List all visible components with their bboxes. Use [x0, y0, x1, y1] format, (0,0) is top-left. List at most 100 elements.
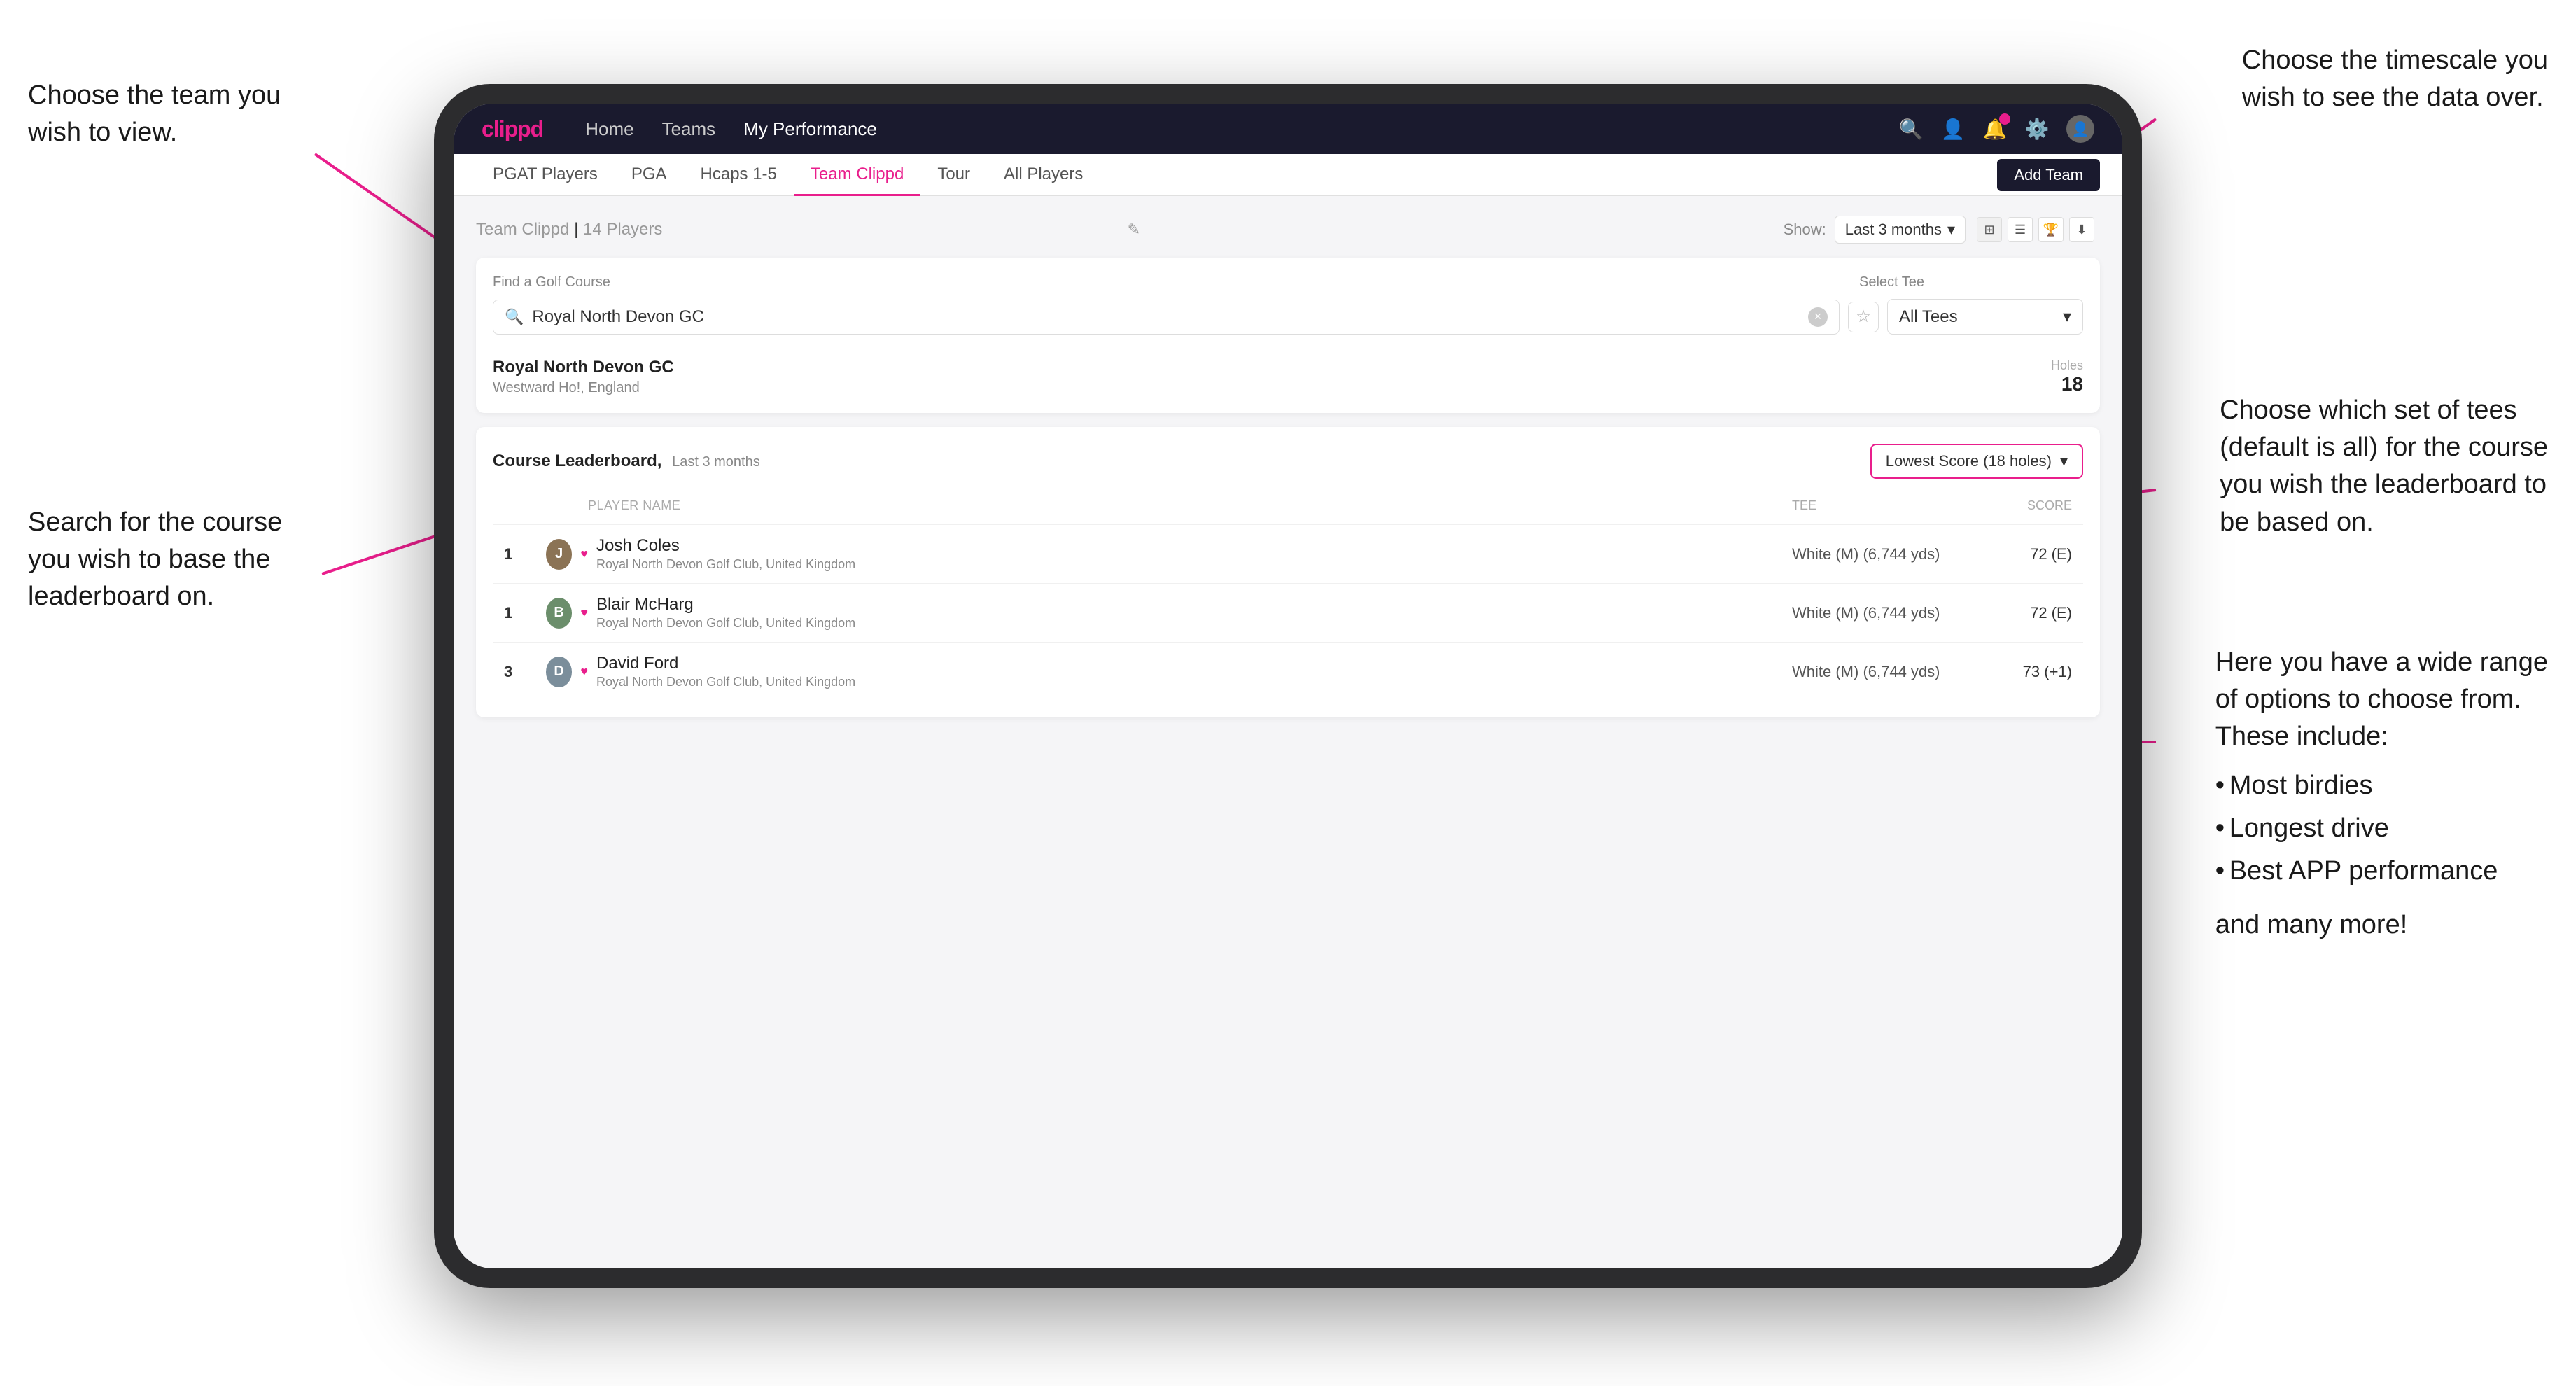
search-row: 🔍 Royal North Devon GC × ☆ All Tees ▾ [493, 299, 2083, 335]
leaderboard-rows: 1 J ♥ Josh Coles Royal North Devon Golf … [493, 524, 2083, 701]
tab-pgat-players[interactable]: PGAT Players [476, 155, 615, 196]
player-score: 73 (+1) [1988, 663, 2072, 681]
leaderboard-column-headers: PLAYER NAME TEE SCORE [493, 493, 2083, 519]
holes-box: Holes 18 [2051, 358, 2083, 396]
show-dropdown[interactable]: Last 3 months ▾ [1835, 216, 1966, 244]
annotation-top-right: Choose the timescale you wish to see the… [2242, 42, 2548, 116]
clear-button[interactable]: × [1808, 307, 1828, 327]
tab-hcaps[interactable]: Hcaps 1-5 [684, 155, 794, 196]
subnav: PGAT Players PGA Hcaps 1-5 Team Clippd T… [454, 154, 2122, 196]
player-info: David Ford Royal North Devon Golf Club, … [588, 654, 1792, 690]
player-rank: 1 [504, 545, 546, 564]
player-avatar-wrap: D ♥ [546, 657, 588, 687]
select-tee-label: Select Tee [1859, 274, 2083, 290]
search-icon[interactable]: 🔍 [1898, 116, 1924, 141]
people-icon[interactable]: 👤 [1940, 116, 1966, 141]
score-dropdown[interactable]: Lowest Score (18 holes) ▾ [1870, 444, 2083, 479]
annotation-middle-left: Search for the course you wish to base t… [28, 504, 282, 616]
holes-count: 18 [2051, 373, 2083, 396]
tab-all-players[interactable]: All Players [987, 155, 1100, 196]
notification-badge [1999, 113, 2010, 125]
bullet-app: Best APP performance [2216, 853, 2548, 890]
notification-icon[interactable]: 🔔 [1982, 116, 2008, 141]
player-club: Royal North Devon Golf Club, United King… [596, 557, 1792, 572]
col-tee: TEE [1792, 498, 1988, 513]
tab-tour[interactable]: Tour [920, 155, 987, 196]
player-tee: White (M) (6,744 yds) [1792, 545, 1988, 564]
bullet-drive: Longest drive [2216, 810, 2548, 847]
annotation-right-tees: Choose which set of tees (default is all… [2220, 392, 2548, 541]
main-content: Team Clippd | 14 Players ✎ Show: Last 3 … [454, 196, 2122, 1268]
show-label: Show: [1784, 220, 1826, 239]
navbar-icons: 🔍 👤 🔔 ⚙️ 👤 [1898, 115, 2094, 143]
add-team-button[interactable]: Add Team [1997, 159, 2100, 191]
team-header: Team Clippd | 14 Players ✎ Show: Last 3 … [476, 216, 2100, 244]
leaderboard-header: Course Leaderboard, Last 3 months Lowest… [493, 444, 2083, 479]
search-labels: Find a Golf Course Select Tee [493, 274, 2083, 290]
grid-view-button[interactable]: ⊞ [1977, 217, 2002, 242]
favourite-heart-icon[interactable]: ♥ [580, 664, 588, 679]
favourite-button[interactable]: ☆ [1848, 302, 1879, 332]
course-name: Royal North Devon GC [493, 358, 2051, 377]
player-name: David Ford [596, 654, 1792, 673]
app-logo: clippd [482, 116, 543, 142]
player-info: Josh Coles Royal North Devon Golf Club, … [588, 536, 1792, 572]
course-search-input[interactable]: 🔍 Royal North Devon GC × [493, 300, 1840, 335]
player-club: Royal North Devon Golf Club, United King… [596, 675, 1792, 690]
player-avatar-wrap: J ♥ [546, 539, 588, 570]
course-result: Royal North Devon GC Westward Ho!, Engla… [493, 346, 2083, 396]
tablet-screen: clippd Home Teams My Performance 🔍 👤 🔔 ⚙… [454, 104, 2122, 1268]
player-score: 72 (E) [1988, 545, 2072, 564]
bullet-birdies: Most birdies [2216, 767, 2548, 804]
navbar: clippd Home Teams My Performance 🔍 👤 🔔 ⚙… [454, 104, 2122, 154]
table-row: 1 J ♥ Josh Coles Royal North Devon Golf … [493, 524, 2083, 583]
annotation-top-left: Choose the team you wish to view. [28, 77, 281, 151]
player-avatar: J [546, 539, 572, 570]
annotation-right-options: Here you have a wide range of options to… [2216, 644, 2548, 944]
holes-label: Holes [2051, 358, 2083, 373]
score-chevron-icon: ▾ [2060, 452, 2068, 470]
tee-chevron-icon: ▾ [2063, 307, 2071, 327]
course-location: Westward Ho!, England [493, 380, 2051, 396]
tablet-frame: clippd Home Teams My Performance 🔍 👤 🔔 ⚙… [434, 84, 2142, 1288]
player-rank: 1 [504, 604, 546, 622]
view-icons: ⊞ ☰ 🏆 ⬇ [1977, 217, 2094, 242]
trophy-view-button[interactable]: 🏆 [2038, 217, 2064, 242]
player-avatar: D [546, 657, 572, 687]
tee-select[interactable]: All Tees ▾ [1887, 299, 2083, 335]
player-score: 72 (E) [1988, 604, 2072, 622]
favourite-heart-icon[interactable]: ♥ [580, 606, 588, 620]
table-row: 3 D ♥ David Ford Royal North Devon Golf … [493, 642, 2083, 701]
find-course-label: Find a Golf Course [493, 274, 1842, 290]
player-avatar: B [546, 598, 572, 629]
col-score: SCORE [1988, 498, 2072, 513]
player-avatar-wrap: B ♥ [546, 598, 588, 629]
nav-my-performance[interactable]: My Performance [743, 118, 877, 140]
tab-pga[interactable]: PGA [615, 155, 684, 196]
nav-teams[interactable]: Teams [662, 118, 716, 140]
chevron-down-icon: ▾ [1947, 220, 1955, 239]
player-name: Blair McHarg [596, 595, 1792, 615]
player-tee: White (M) (6,744 yds) [1792, 663, 1988, 681]
col-player-name: PLAYER NAME [588, 498, 1792, 513]
download-button[interactable]: ⬇ [2069, 217, 2094, 242]
settings-icon[interactable]: ⚙️ [2024, 116, 2050, 141]
user-avatar[interactable]: 👤 [2066, 115, 2094, 143]
favourite-heart-icon[interactable]: ♥ [580, 547, 588, 561]
col-rank [504, 498, 546, 513]
table-row: 1 B ♥ Blair McHarg Royal North Devon Gol… [493, 583, 2083, 642]
player-club: Royal North Devon Golf Club, United King… [596, 616, 1792, 631]
search-value: Royal North Devon GC [532, 307, 1800, 327]
leaderboard-card: Course Leaderboard, Last 3 months Lowest… [476, 427, 2100, 718]
nav-home[interactable]: Home [585, 118, 634, 140]
leaderboard-title: Course Leaderboard, Last 3 months [493, 451, 1870, 471]
navbar-links: Home Teams My Performance [585, 118, 1898, 140]
col-avatar [546, 498, 588, 513]
and-more-text: and many more! [2216, 906, 2548, 944]
search-icon-inner: 🔍 [505, 308, 524, 326]
edit-icon[interactable]: ✎ [1128, 220, 1140, 239]
course-info: Royal North Devon GC Westward Ho!, Engla… [493, 358, 2051, 396]
player-rank: 3 [504, 663, 546, 681]
tab-team-clippd[interactable]: Team Clippd [794, 155, 920, 196]
list-view-button[interactable]: ☰ [2008, 217, 2033, 242]
